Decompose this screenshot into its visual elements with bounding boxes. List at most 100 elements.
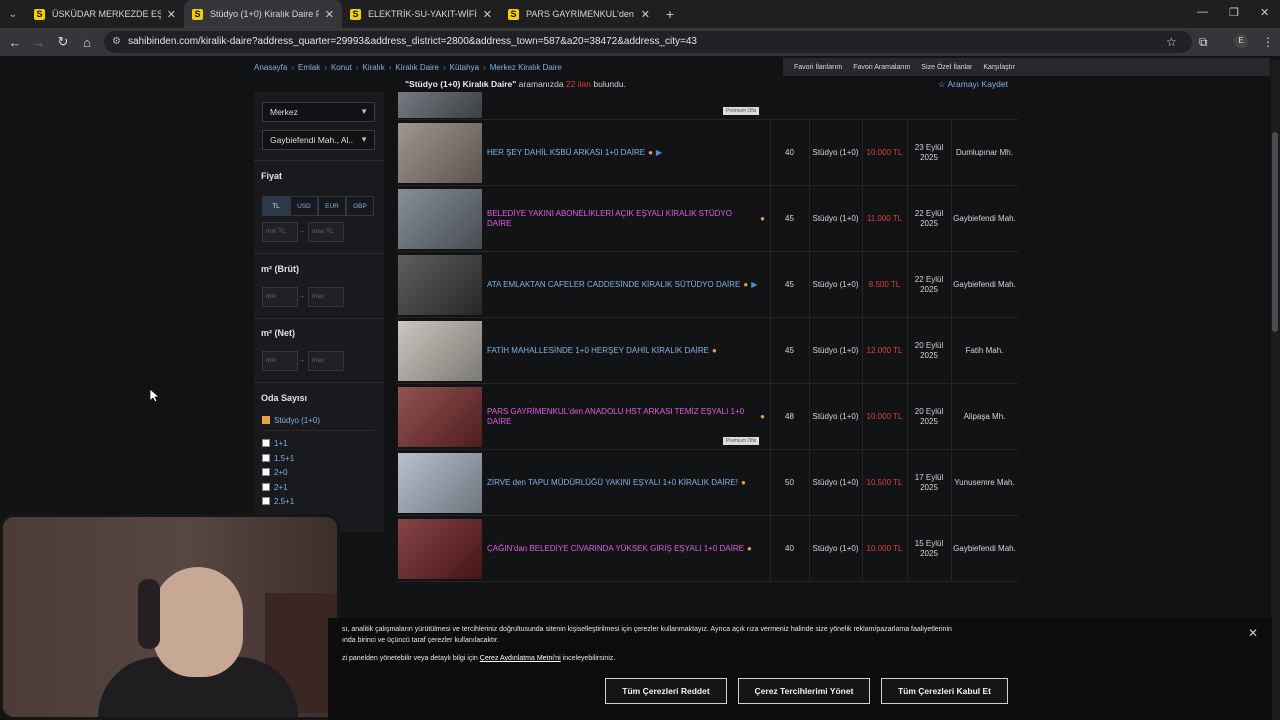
bookmark-star-icon[interactable]: ☆ — [1166, 35, 1177, 49]
room-option-studio[interactable]: Stüdyo (1+0) — [262, 416, 320, 425]
reject-cookies-button[interactable]: Tüm Çerezleri Reddet — [605, 678, 727, 704]
scrollbar-thumb[interactable] — [1272, 132, 1278, 332]
window-close-icon[interactable]: ✕ — [1260, 6, 1269, 19]
address-bar[interactable]: ⚙ sahibinden.com/kiralik-daire?address_qu… — [104, 31, 1192, 53]
close-tab-icon[interactable]: ✕ — [641, 8, 650, 21]
breadcrumb-link[interactable]: Emlak — [298, 63, 320, 72]
listing-title-text[interactable]: ZİRVE den TAPU MÜDÜRLÜĞÜ YAKINI EŞYALI 1… — [487, 478, 738, 488]
divider — [262, 430, 374, 431]
checkbox-icon[interactable] — [262, 439, 270, 447]
listing-thumbnail[interactable] — [398, 189, 482, 249]
page-scrollbar[interactable] — [1271, 60, 1280, 720]
listing-title[interactable]: BELEDİYE YAKINI ABONELİKLERİ AÇIK EŞYALI… — [487, 186, 765, 252]
table-row[interactable]: PARS GAYRİMENKUL'den ANADOLU HST ARKASI … — [396, 384, 1018, 450]
room-option[interactable]: 2+0 — [262, 468, 288, 477]
room-option[interactable]: 1.5+1 — [262, 454, 294, 463]
quarter-select[interactable]: Gaybiefendi Mah., Al.. ▼ — [262, 130, 375, 150]
listing-title-text[interactable]: ÇAĞIN'dan BELEDİYE CİVARINDA YÜKSEK GİRİ… — [487, 544, 744, 554]
table-row-partial[interactable]: Premium Ofis — [396, 92, 1018, 120]
table-row[interactable]: ATA EMLAKTAN CAFELER CADDESİNDE KİRALIK … — [396, 252, 1018, 318]
room-option[interactable]: 1+1 — [262, 439, 288, 448]
browser-tab[interactable]: S ÜSKÜDAR MERKEZDE EŞYALI K ✕ — [26, 0, 184, 28]
breadcrumb-link[interactable]: Kütahya — [450, 63, 479, 72]
district-select[interactable]: Merkez ▼ — [262, 102, 375, 122]
close-tab-icon[interactable]: ✕ — [167, 8, 176, 21]
listing-thumbnail[interactable] — [398, 387, 482, 447]
listing-title[interactable]: ÇAĞIN'dan BELEDİYE CİVARINDA YÜKSEK GİRİ… — [487, 516, 765, 582]
browser-tab-active[interactable]: S Stüdyo (1+0) Kiralık Daire Fiyatı ✕ — [184, 0, 342, 28]
accept-cookies-button[interactable]: Tüm Çerezleri Kabul Et — [881, 678, 1008, 704]
shop-badge-icon: ● — [648, 148, 653, 157]
max-price-input[interactable]: max TL — [308, 222, 344, 242]
room-option[interactable]: 2+1 — [262, 483, 288, 492]
minimize-icon[interactable]: — — [1197, 6, 1208, 18]
checkbox-checked-icon[interactable] — [262, 416, 270, 424]
room-option[interactable]: 2.5+1 — [262, 497, 294, 506]
listing-title-text[interactable]: HER ŞEY DAHİL KSBÜ ARKASI 1+0 DAİRE — [487, 148, 645, 158]
extensions-icon[interactable]: ⧉ — [1199, 35, 1208, 50]
breadcrumb-link[interactable]: Anasayfa — [254, 63, 287, 72]
close-tab-icon[interactable]: ✕ — [325, 8, 334, 21]
currency-eur-button[interactable]: EUR — [318, 196, 346, 216]
back-icon[interactable]: ← — [3, 35, 27, 50]
profile-avatar[interactable]: E — [1234, 34, 1248, 48]
listing-thumbnail[interactable] — [398, 453, 482, 513]
forward-icon[interactable]: → — [27, 35, 51, 50]
topnav-link[interactable]: Size Özel İlanlar — [921, 64, 972, 71]
cookie-policy-link[interactable]: Çerez Aydınlatma Metni'ni — [480, 655, 561, 662]
m2-brut-min-input[interactable]: min — [262, 287, 298, 307]
listing-title-text[interactable]: PARS GAYRİMENKUL'den ANADOLU HST ARKASI … — [487, 407, 757, 427]
checkbox-icon[interactable] — [262, 497, 270, 505]
close-icon[interactable]: ✕ — [1248, 626, 1258, 640]
table-row[interactable]: BELEDİYE YAKINI ABONELİKLERİ AÇIK EŞYALI… — [396, 186, 1018, 252]
district-value: Merkez — [270, 107, 298, 117]
m2-net-max-input[interactable]: max — [308, 351, 344, 371]
listing-thumbnail[interactable] — [398, 321, 482, 381]
new-tab-icon[interactable]: + — [658, 0, 682, 28]
breadcrumb-link[interactable]: Kiralık — [363, 63, 385, 72]
checkbox-icon[interactable] — [262, 468, 270, 476]
listing-title[interactable]: HER ŞEY DAHİL KSBÜ ARKASI 1+0 DAİRE ● ▶ — [487, 120, 765, 186]
cell-loc: Alipaşa Mh. — [963, 412, 1006, 421]
currency-tl-button[interactable]: TL — [262, 196, 290, 216]
manage-cookies-button[interactable]: Çerez Tercihlerimi Yönet — [738, 678, 870, 704]
currency-usd-button[interactable]: USD — [290, 196, 318, 216]
checkbox-icon[interactable] — [262, 454, 270, 462]
currency-gbp-button[interactable]: GBP — [346, 196, 374, 216]
save-search-link[interactable]: ☆ Aramayı Kaydet — [938, 79, 1008, 90]
close-tab-icon[interactable]: ✕ — [483, 8, 492, 21]
listing-title-text[interactable]: FATİH MAHALLESİNDE 1+0 HERŞEY DAHİL KİRA… — [487, 346, 709, 356]
m2-brut-max-input[interactable]: max — [308, 287, 344, 307]
table-row[interactable]: ZİRVE den TAPU MÜDÜRLÜĞÜ YAKINI EŞYALI 1… — [396, 450, 1018, 516]
table-row[interactable]: FATİH MAHALLESİNDE 1+0 HERŞEY DAHİL KİRA… — [396, 318, 1018, 384]
reload-icon[interactable]: ↻ — [51, 34, 75, 50]
breadcrumb-link[interactable]: Konut — [331, 63, 352, 72]
listing-thumbnail[interactable] — [398, 519, 482, 579]
tab-search-icon[interactable]: ⌄ — [0, 0, 26, 28]
listing-title-text[interactable]: ATA EMLAKTAN CAFELER CADDESİNDE KİRALIK … — [487, 280, 740, 290]
home-icon[interactable]: ⌂ — [75, 35, 99, 50]
topnav-link[interactable]: Favori Aramalarım — [853, 64, 910, 71]
listing-title[interactable]: ATA EMLAKTAN CAFELER CADDESİNDE KİRALIK … — [487, 252, 765, 318]
min-price-input[interactable]: min TL — [262, 222, 298, 242]
listing-thumbnail[interactable] — [398, 255, 482, 315]
listing-thumbnail[interactable] — [398, 123, 482, 183]
breadcrumb-link[interactable]: Kiralık Daire — [395, 63, 439, 72]
site-info-icon[interactable]: ⚙ — [112, 31, 121, 53]
listing-title-text[interactable]: BELEDİYE YAKINI ABONELİKLERİ AÇIK EŞYALI… — [487, 209, 757, 229]
browser-tab[interactable]: S PARS GAYRİMENKUL'den ANAD ✕ — [500, 0, 658, 28]
topnav-link[interactable]: Karşılaştır — [983, 64, 1015, 71]
topnav-link[interactable]: Favori İlanlarım — [794, 64, 842, 71]
table-row[interactable]: HER ŞEY DAHİL KSBÜ ARKASI 1+0 DAİRE ● ▶ 40 S… — [396, 120, 1018, 186]
table-row[interactable]: ÇAĞIN'dan BELEDİYE CİVARINDA YÜKSEK GİRİ… — [396, 516, 1018, 582]
listing-thumbnail[interactable] — [398, 92, 482, 118]
restore-icon[interactable]: ❐ — [1229, 6, 1239, 19]
checkbox-icon[interactable] — [262, 483, 270, 491]
m2-net-min-input[interactable]: min — [262, 351, 298, 371]
cookie-text: zi panelden yönetebilir veya detaylı bil… — [342, 655, 615, 662]
browser-menu-icon[interactable]: ⋮ — [1262, 35, 1274, 49]
listing-title[interactable]: FATİH MAHALLESİNDE 1+0 HERŞEY DAHİL KİRA… — [487, 318, 765, 384]
listing-title[interactable]: ZİRVE den TAPU MÜDÜRLÜĞÜ YAKINI EŞYALI 1… — [487, 450, 765, 516]
breadcrumb-link[interactable]: Merkez Kiralık Daire — [490, 63, 562, 72]
browser-tab[interactable]: S ELEKTRİK-SU-YAKIT-WİFİ DAHİL ✕ — [342, 0, 500, 28]
